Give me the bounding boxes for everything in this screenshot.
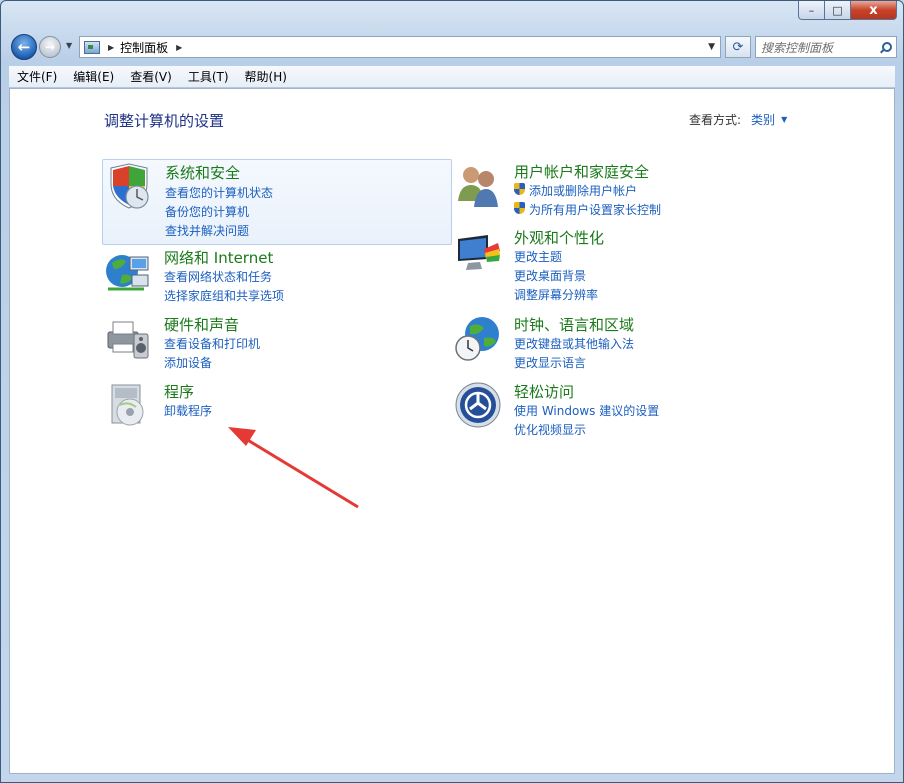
users-icon bbox=[458, 167, 498, 207]
address-bar[interactable]: ▶ 控制面板 ▶ ▼ bbox=[79, 36, 721, 58]
uac-shield-icon bbox=[514, 202, 525, 214]
page-title: 调整计算机的设置 bbox=[104, 112, 225, 130]
category-title-system-security[interactable]: 系统和安全 bbox=[165, 162, 240, 183]
programs-disc-icon bbox=[111, 384, 144, 426]
category-title-network-internet[interactable]: 网络和 Internet bbox=[164, 247, 273, 268]
link-change-display-language[interactable]: 更改显示语言 bbox=[514, 354, 586, 371]
network-globe-icon bbox=[106, 255, 149, 291]
category-system-security[interactable]: 系统和安全 查看您的计算机状态 备份您的计算机 查找并解决问题 bbox=[102, 159, 452, 245]
ease-of-access-icon bbox=[455, 382, 501, 428]
category-title-hardware-sound[interactable]: 硬件和声音 bbox=[164, 314, 239, 335]
shield-icon bbox=[110, 163, 149, 209]
link-windows-recommended-settings[interactable]: 使用 Windows 建议的设置 bbox=[514, 402, 659, 419]
category-clock-region[interactable]: 时钟、语言和区域 更改键盘或其他输入法 更改显示语言 bbox=[452, 314, 752, 374]
chevron-down-icon[interactable]: ▼ bbox=[781, 115, 787, 124]
link-optimize-video-display[interactable]: 优化视频显示 bbox=[514, 421, 586, 438]
recent-pages-dropdown-icon[interactable]: ▼ bbox=[66, 41, 72, 50]
breadcrumb-chevron-icon[interactable]: ▶ bbox=[176, 43, 182, 52]
link-view-computer-status[interactable]: 查看您的计算机状态 bbox=[165, 184, 273, 201]
control-panel-window: – □ x ← → ▼ ▶ 控制面板 ▶ ▼ ⟳ 搜索控制面板 文件(F) 编辑… bbox=[0, 0, 904, 783]
breadcrumb-control-panel[interactable]: 控制面板 bbox=[120, 39, 168, 56]
menu-view[interactable]: 查看(V) bbox=[122, 68, 180, 85]
printer-speaker-icon bbox=[107, 321, 149, 359]
control-panel-icon bbox=[84, 40, 100, 54]
minimize-icon: – bbox=[808, 3, 815, 17]
link-homegroup-sharing[interactable]: 选择家庭组和共享选项 bbox=[164, 287, 284, 304]
menu-bar: 文件(F) 编辑(E) 查看(V) 工具(T) 帮助(H) bbox=[9, 66, 895, 88]
link-parental-controls[interactable]: 为所有用户设置家长控制 bbox=[529, 201, 661, 218]
close-icon: x bbox=[869, 2, 878, 18]
uac-shield-icon bbox=[514, 183, 525, 195]
maximize-icon: □ bbox=[832, 3, 843, 17]
clock-globe-icon bbox=[455, 317, 499, 361]
link-troubleshoot[interactable]: 查找并解决问题 bbox=[165, 222, 249, 239]
forward-arrow-icon: → bbox=[44, 40, 56, 54]
menu-file[interactable]: 文件(F) bbox=[9, 68, 65, 85]
category-title-programs[interactable]: 程序 bbox=[164, 381, 194, 402]
category-hardware-sound[interactable]: 硬件和声音 查看设备和打印机 添加设备 bbox=[102, 314, 450, 374]
link-uninstall-program[interactable]: 卸载程序 bbox=[164, 402, 212, 419]
menu-tools[interactable]: 工具(T) bbox=[180, 68, 237, 85]
view-by-control: 查看方式: 类别 ▼ bbox=[689, 111, 787, 128]
link-view-network-status[interactable]: 查看网络状态和任务 bbox=[164, 268, 272, 285]
navigation-bar: ← → ▼ ▶ 控制面板 ▶ ▼ ⟳ 搜索控制面板 bbox=[9, 33, 897, 61]
caption-buttons: – □ x bbox=[798, 1, 897, 20]
category-user-accounts[interactable]: 用户帐户和家庭安全 添加或删除用户帐户 为所有用户设置家长控制 bbox=[452, 159, 752, 221]
back-arrow-icon: ← bbox=[17, 38, 31, 56]
search-placeholder: 搜索控制面板 bbox=[761, 40, 834, 55]
link-change-theme[interactable]: 更改主题 bbox=[514, 248, 562, 265]
view-by-label: 查看方式: bbox=[689, 113, 742, 127]
back-button[interactable]: ← bbox=[11, 34, 37, 60]
category-programs[interactable]: 程序 卸载程序 bbox=[102, 381, 450, 431]
breadcrumb-separator-icon[interactable]: ▶ bbox=[108, 43, 114, 52]
maximize-button[interactable]: □ bbox=[825, 1, 851, 20]
forward-button[interactable]: → bbox=[39, 36, 61, 58]
category-network-internet[interactable]: 网络和 Internet 查看网络状态和任务 选择家庭组和共享选项 bbox=[102, 247, 450, 307]
content-pane: 调整计算机的设置 查看方式: 类别 ▼ 系统和安全 查看您的计算机状态 备份您的… bbox=[9, 88, 895, 774]
category-title-ease-of-access[interactable]: 轻松访问 bbox=[514, 381, 574, 402]
refresh-icon: ⟳ bbox=[732, 39, 744, 55]
search-icon[interactable] bbox=[880, 41, 892, 53]
search-input[interactable]: 搜索控制面板 bbox=[755, 36, 897, 58]
refresh-button[interactable]: ⟳ bbox=[725, 36, 751, 58]
menu-help[interactable]: 帮助(H) bbox=[237, 68, 295, 85]
link-backup-computer[interactable]: 备份您的计算机 bbox=[165, 203, 249, 220]
minimize-button[interactable]: – bbox=[798, 1, 825, 20]
category-appearance[interactable]: 外观和个性化 更改主题 更改桌面背景 调整屏幕分辨率 bbox=[452, 227, 752, 302]
view-by-dropdown[interactable]: 类别 bbox=[751, 111, 775, 128]
close-button[interactable]: x bbox=[851, 1, 897, 20]
category-title-appearance[interactable]: 外观和个性化 bbox=[514, 227, 604, 248]
link-change-keyboard-input[interactable]: 更改键盘或其他输入法 bbox=[514, 335, 634, 352]
address-dropdown-icon[interactable]: ▼ bbox=[708, 42, 715, 52]
link-devices-printers[interactable]: 查看设备和打印机 bbox=[164, 335, 260, 352]
link-change-background[interactable]: 更改桌面背景 bbox=[514, 267, 586, 284]
menu-edit[interactable]: 编辑(E) bbox=[65, 68, 122, 85]
link-screen-resolution[interactable]: 调整屏幕分辨率 bbox=[514, 286, 598, 303]
category-title-user-accounts[interactable]: 用户帐户和家庭安全 bbox=[514, 161, 649, 182]
monitor-palette-icon bbox=[458, 235, 500, 270]
category-ease-of-access[interactable]: 轻松访问 使用 Windows 建议的设置 优化视频显示 bbox=[452, 381, 752, 441]
link-add-remove-accounts[interactable]: 添加或删除用户帐户 bbox=[529, 182, 637, 199]
link-add-device[interactable]: 添加设备 bbox=[164, 354, 212, 371]
category-title-clock-region[interactable]: 时钟、语言和区域 bbox=[514, 314, 634, 335]
